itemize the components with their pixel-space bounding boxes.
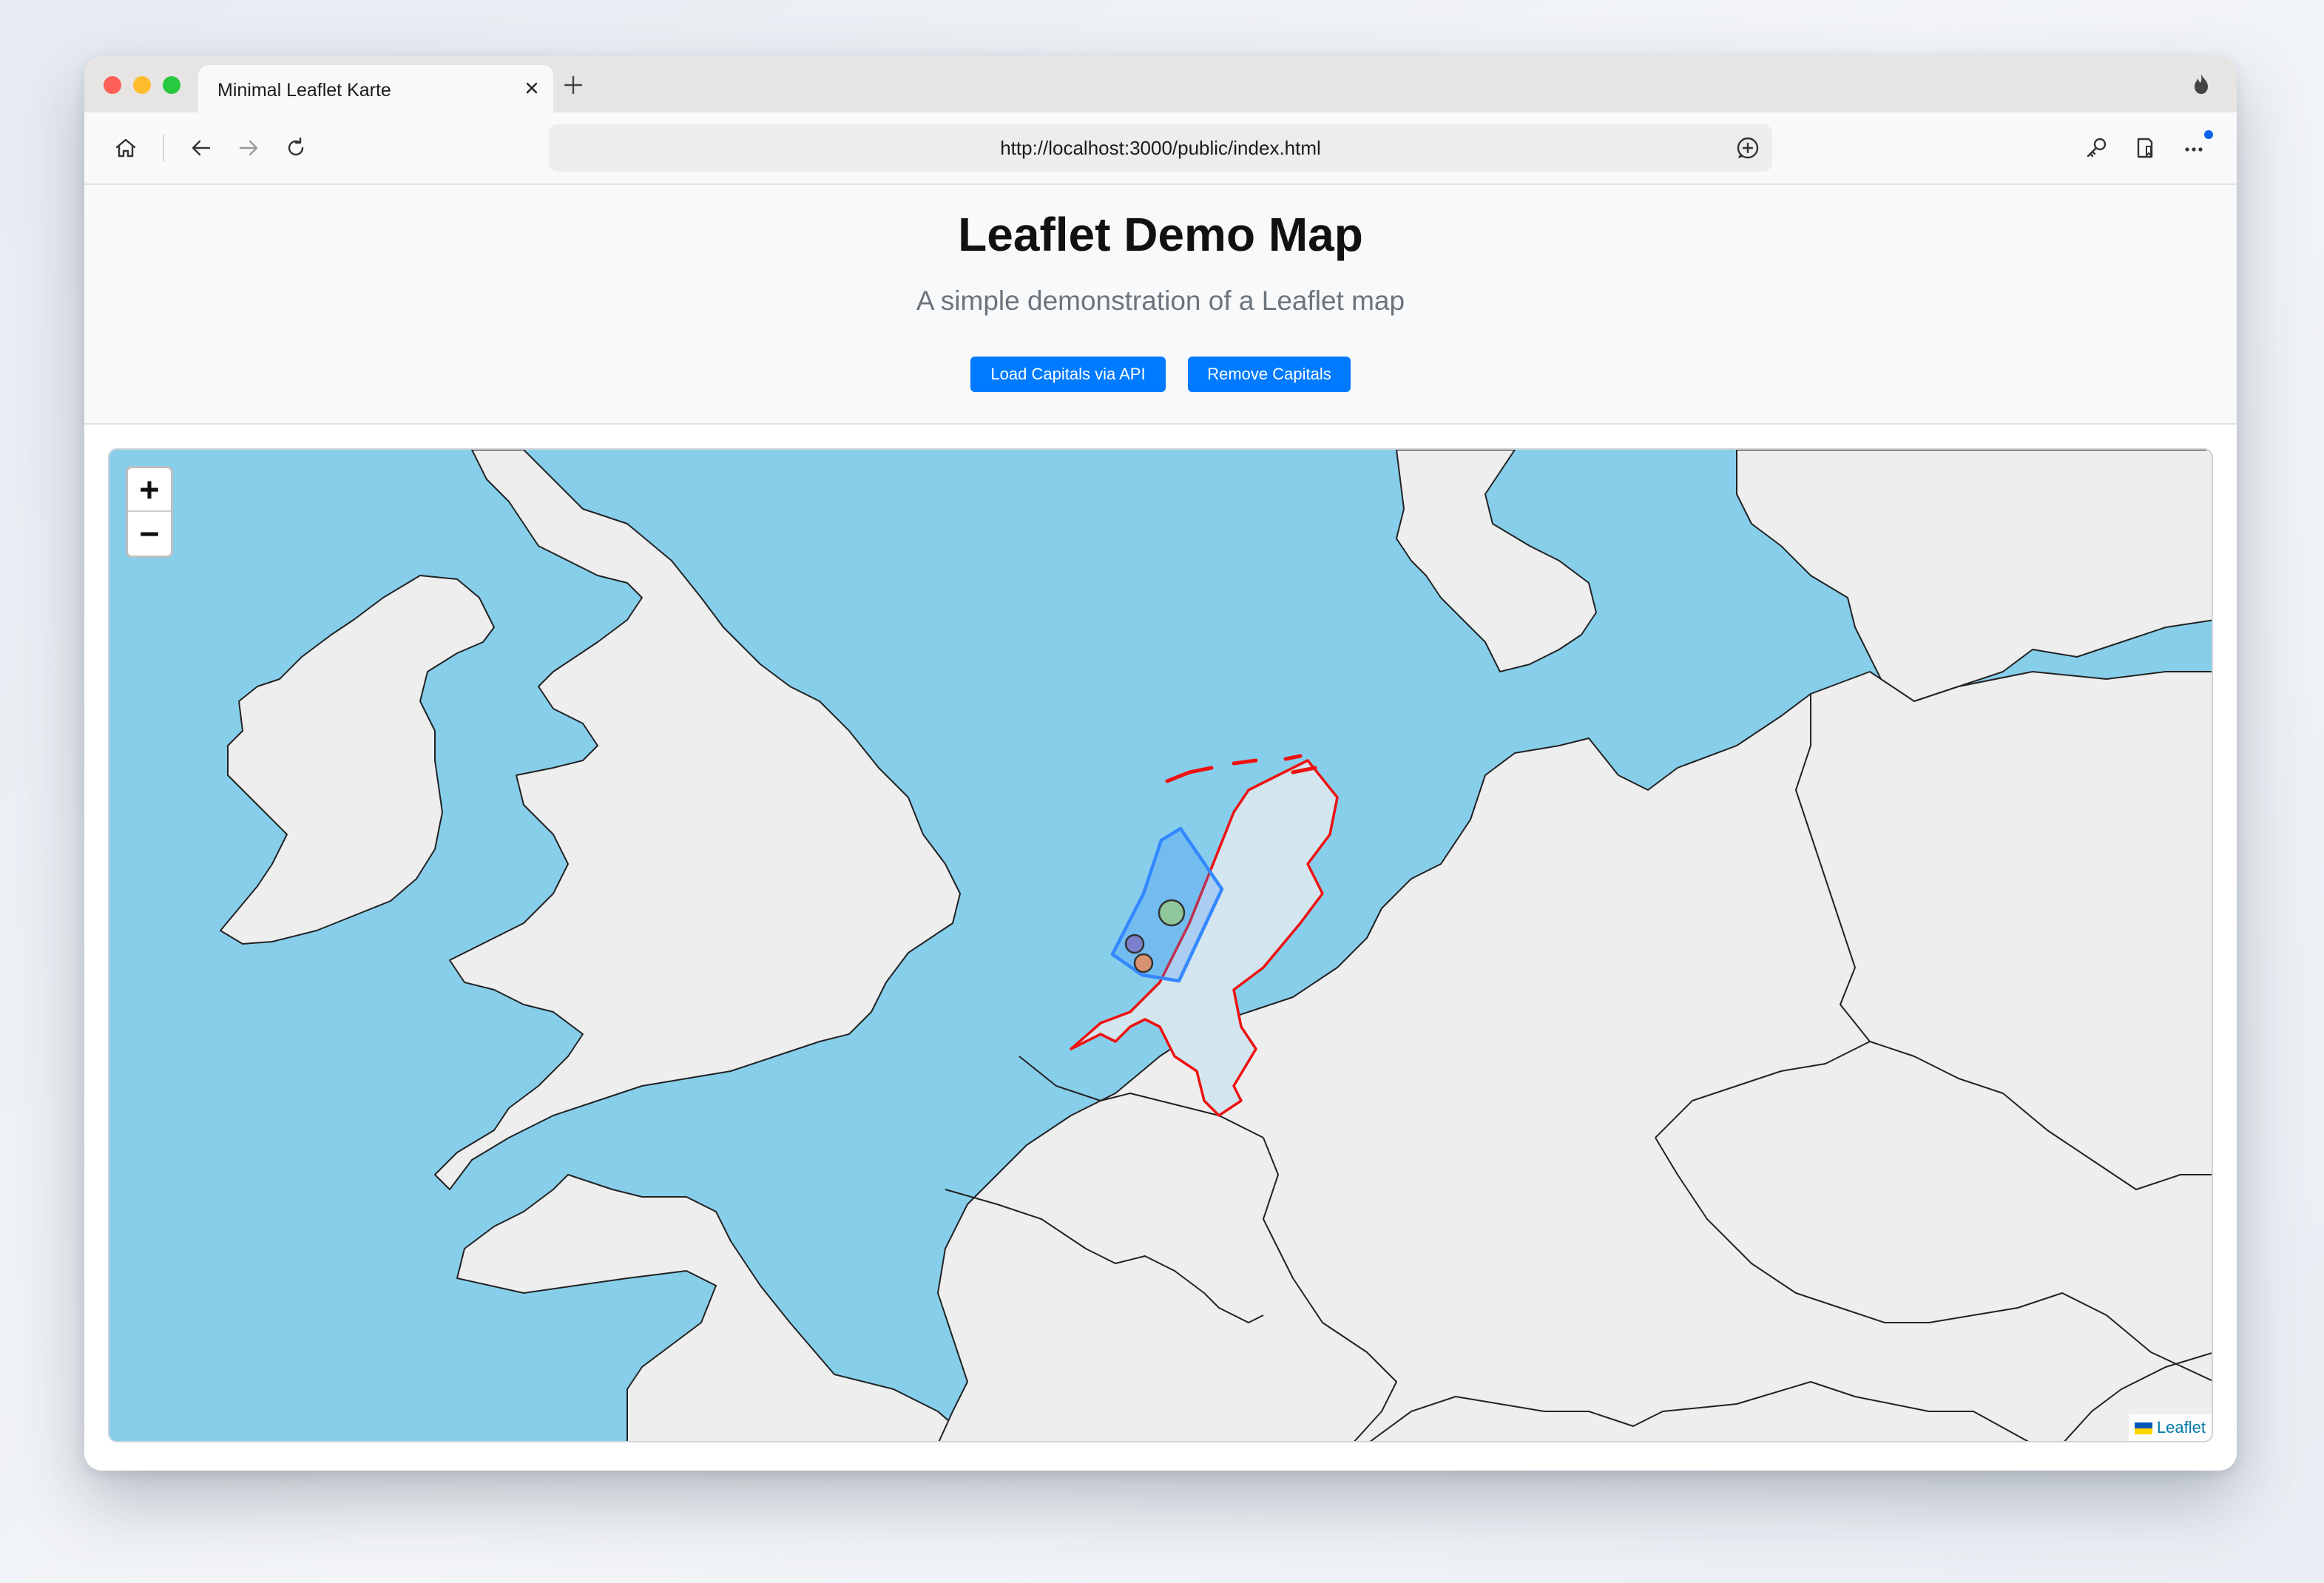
- close-window-button[interactable]: [104, 76, 121, 94]
- zoom-out-button[interactable]: −: [128, 513, 171, 556]
- page-title: Leaflet Demo Map: [958, 208, 1363, 261]
- sweden-landmass: [1736, 450, 2212, 702]
- back-icon[interactable]: [186, 133, 216, 163]
- leaflet-map[interactable]: + − Leaflet: [108, 448, 2213, 1442]
- forward-icon[interactable]: [234, 133, 263, 163]
- denmark-landmass: [1396, 450, 1597, 672]
- page-subtitle: A simple demonstration of a Leaflet map: [916, 286, 1405, 316]
- marker-green: [1158, 899, 1186, 927]
- fire-icon[interactable]: [2188, 71, 2215, 98]
- home-icon[interactable]: [111, 133, 141, 163]
- ukraine-flag-icon: [2134, 1422, 2152, 1435]
- add-chat-icon[interactable]: [1734, 134, 1762, 162]
- great-britain-landmass: [434, 450, 961, 1190]
- continent-landmass: [456, 1174, 973, 1441]
- toolbar-divider: [163, 135, 164, 161]
- url-text: http://localhost:3000/public/index.html: [1000, 137, 1321, 159]
- tab-active[interactable]: Minimal Leaflet Karte: [198, 65, 553, 112]
- browser-window: Minimal Leaflet Karte http://localhost:3…: [84, 56, 2237, 1471]
- more-icon[interactable]: [2179, 133, 2209, 163]
- key-icon[interactable]: [2081, 133, 2111, 163]
- marker-orange: [1133, 953, 1154, 973]
- close-icon[interactable]: [521, 77, 543, 99]
- page-content: Leaflet Demo Map A simple demonstration …: [84, 185, 2237, 1471]
- marker-blue: [1124, 934, 1145, 954]
- mainland-europe: [937, 671, 2212, 1441]
- toolbar: http://localhost:3000/public/index.html: [84, 112, 2237, 185]
- map-tiles[interactable]: [109, 450, 2213, 1442]
- zoom-in-button[interactable]: +: [128, 468, 171, 512]
- map-attribution[interactable]: Leaflet: [2128, 1414, 2212, 1441]
- page-header: Leaflet Demo Map A simple demonstration …: [84, 185, 2237, 425]
- attribution-link[interactable]: Leaflet: [2157, 1418, 2206, 1437]
- zoom-control: + −: [126, 466, 173, 558]
- minimize-window-button[interactable]: [133, 76, 151, 94]
- tab-title: Minimal Leaflet Karte: [217, 80, 391, 101]
- reader-icon[interactable]: [2130, 133, 2160, 163]
- zoom-window-button[interactable]: [163, 76, 180, 94]
- ireland-landmass: [220, 575, 495, 945]
- notification-badge: [2204, 130, 2213, 139]
- new-tab-icon[interactable]: [561, 72, 586, 98]
- reload-icon[interactable]: [281, 133, 311, 163]
- tab-bar: Minimal Leaflet Karte: [84, 56, 2237, 112]
- load-capitals-button[interactable]: Load Capitals via API: [970, 357, 1166, 392]
- remove-capitals-button[interactable]: Remove Capitals: [1188, 357, 1351, 392]
- address-bar[interactable]: http://localhost:3000/public/index.html: [549, 124, 1772, 172]
